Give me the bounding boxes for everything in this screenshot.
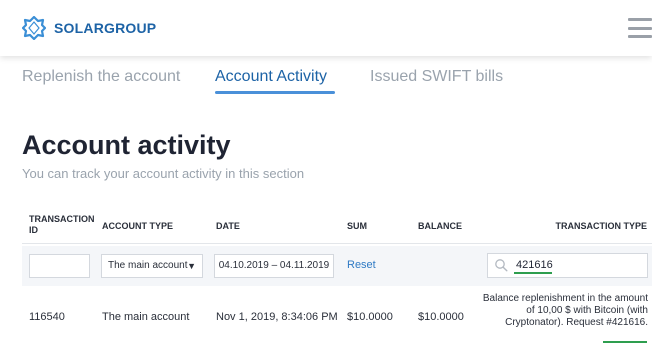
request-highlight-mark: [603, 341, 647, 343]
account-type-select[interactable]: The main account ▼: [101, 254, 203, 278]
search-highlight-mark: [514, 272, 552, 274]
column-header-date: DATE: [216, 221, 240, 231]
date-range-input[interactable]: 04.10.2019 – 04.11.2019: [214, 254, 334, 278]
tab-account-activity[interactable]: Account Activity: [215, 68, 327, 86]
column-header-sum: SUM: [347, 221, 367, 231]
row-sum: $10.0000: [347, 311, 393, 323]
row-balance: $10.0000: [418, 311, 464, 323]
dropdown-arrow-icon: ▼: [187, 261, 196, 271]
column-header-account-type: ACCOUNT TYPE: [102, 221, 174, 231]
tab-swift-bills[interactable]: Issued SWIFT bills: [370, 68, 503, 86]
transaction-type-search-input[interactable]: 421616: [487, 253, 648, 278]
account-type-selected: The main account: [108, 260, 188, 271]
search-value: 421616: [516, 259, 553, 271]
column-header-transaction-id: TRANSACTION ID: [29, 214, 95, 235]
section-tabs: Replenish the account Account Activity I…: [22, 68, 652, 96]
column-header-transaction-type: TRANSACTION TYPE: [555, 221, 647, 231]
search-icon: [495, 259, 508, 272]
brand-name: SOLARGROUP: [54, 20, 157, 36]
row-date: Nov 1, 2019, 8:34:06 PM: [216, 311, 338, 323]
column-header-balance: BALANCE: [418, 221, 462, 231]
reset-filters-link[interactable]: Reset: [347, 259, 376, 271]
tab-replenish[interactable]: Replenish the account: [22, 68, 180, 86]
row-transaction-id: 116540: [29, 311, 65, 323]
page-title: Account activity: [22, 130, 231, 160]
row-account-type: The main account: [102, 311, 190, 323]
solargroup-logo-icon: [22, 16, 46, 40]
brand-logo[interactable]: SOLARGROUP: [22, 16, 156, 40]
transaction-id-filter-input[interactable]: [29, 254, 90, 278]
table-header-divider: [22, 243, 652, 244]
row-transaction-type: Balance replenishment in the amount of 1…: [482, 293, 648, 328]
hamburger-menu-icon[interactable]: [628, 18, 652, 38]
page-subtitle: You can track your account activity in t…: [22, 166, 305, 181]
app-header: SOLARGROUP: [0, 0, 652, 56]
active-tab-indicator: [215, 91, 335, 94]
